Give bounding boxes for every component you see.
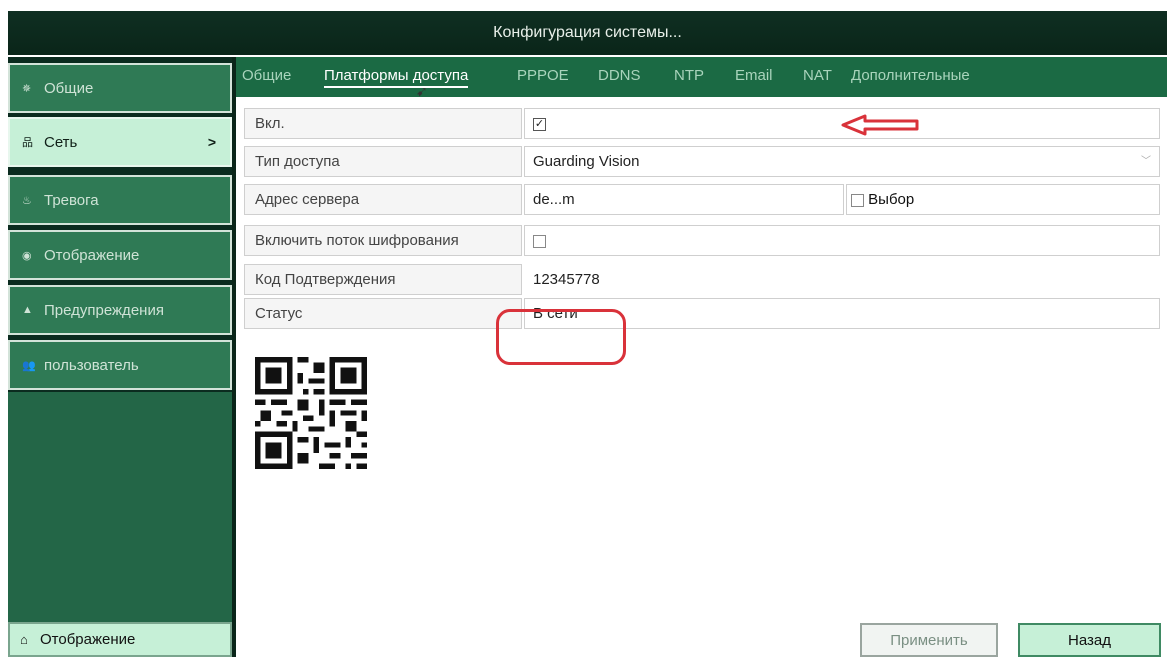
row-verification-code: Код Подтверждения 12345778 (244, 264, 1160, 297)
tab-nat[interactable]: NAT (803, 67, 832, 84)
sidebar-item-alarm[interactable]: ♨ Тревога (8, 175, 232, 225)
tab-access-platforms[interactable]: Платформы доступа (324, 67, 469, 88)
tab-advanced[interactable]: Дополнительные (851, 67, 970, 84)
tab-email[interactable]: Email (735, 67, 773, 84)
tab-ddns[interactable]: DDNS (598, 67, 641, 84)
qr-code (255, 357, 367, 469)
server-select-option[interactable]: Выбор (846, 184, 1160, 215)
sidebar-item-display[interactable]: ◉ Отображение (8, 230, 232, 280)
tab-pppoe[interactable]: PPPOE (517, 67, 569, 84)
annotation-highlight-ring (496, 309, 626, 365)
chevron-down-icon: ﹀ (1141, 156, 1151, 167)
access-type-value: Guarding Vision (533, 153, 640, 170)
window-title: Конфигурация системы... (8, 11, 1167, 55)
row-access-type: Тип доступа Guarding Vision ﹀ (244, 146, 1160, 179)
encryption-label: Включить поток шифрования (244, 225, 522, 256)
status-label: Статус (244, 298, 522, 329)
server-select-label: Выбор (868, 191, 915, 208)
server-select-checkbox[interactable] (851, 193, 864, 207)
sidebar-item-users[interactable]: 👥 пользователь (8, 340, 232, 390)
sidebar-home-label: Отображение (40, 631, 136, 648)
row-encryption: Включить поток шифрования (244, 225, 1160, 258)
enable-label: Вкл. (244, 108, 522, 139)
sidebar-item-label: пользователь (44, 356, 139, 374)
tab-general[interactable]: Общие (242, 67, 291, 84)
row-server-address: Адрес сервера de...m Выбор (244, 184, 1160, 217)
users-icon: 👥 (22, 359, 36, 372)
sidebar-item-label: Тревога (44, 191, 99, 209)
annotation-arrow-icon (841, 114, 919, 136)
warning-icon: ▲ (22, 304, 33, 316)
sidebar-item-network[interactable]: 品 Сеть > (8, 117, 232, 167)
enable-value-cell: ✓ (524, 108, 1160, 139)
access-type-label: Тип доступа (244, 146, 522, 177)
alarm-icon: ♨ (22, 194, 32, 207)
eye-icon: ◉ (22, 249, 32, 262)
row-status: Статус В сети (244, 298, 1160, 331)
sidebar: ✵ Общие 品 Сеть > ♨ Тревога ◉ Отображение… (8, 57, 232, 657)
server-address-label: Адрес сервера (244, 184, 522, 215)
gear-icon: ✵ (22, 82, 32, 95)
verification-code-input[interactable]: 12345778 (524, 264, 1160, 295)
sidebar-item-warnings[interactable]: ▲ Предупреждения (8, 285, 232, 335)
encryption-checkbox[interactable] (533, 234, 546, 248)
sidebar-item-label: Предупреждения (44, 301, 164, 319)
back-button[interactable]: Назад (1018, 623, 1161, 657)
encryption-value-cell (524, 225, 1160, 256)
server-address-input[interactable]: de...m (524, 184, 844, 215)
mouse-cursor-icon: ➹ (416, 83, 428, 99)
sidebar-home-button[interactable]: ⌂ Отображение (8, 622, 232, 657)
row-enable: Вкл. ✓ (244, 108, 1160, 141)
content-panel: Общие Платформы доступа PPPOE DDNS NTP E… (232, 57, 1167, 657)
sidebar-item-label: Отображение (44, 246, 140, 264)
verification-code-label: Код Подтверждения (244, 264, 522, 295)
sidebar-item-label: Сеть (44, 133, 78, 151)
network-icon: 品 (22, 137, 33, 149)
tab-ntp[interactable]: NTP (674, 67, 704, 84)
sidebar-empty-area (8, 392, 232, 622)
sidebar-item-general[interactable]: ✵ Общие (8, 63, 232, 113)
home-icon: ⌂ (20, 632, 28, 647)
sidebar-item-label: Общие (44, 79, 94, 97)
chevron-right-icon: > (207, 134, 216, 150)
tab-bar: Общие Платформы доступа PPPOE DDNS NTP E… (236, 57, 1167, 97)
enable-checkbox[interactable]: ✓ (533, 117, 546, 131)
access-type-select[interactable]: Guarding Vision ﹀ (524, 146, 1160, 177)
apply-button[interactable]: Применить (860, 623, 998, 657)
